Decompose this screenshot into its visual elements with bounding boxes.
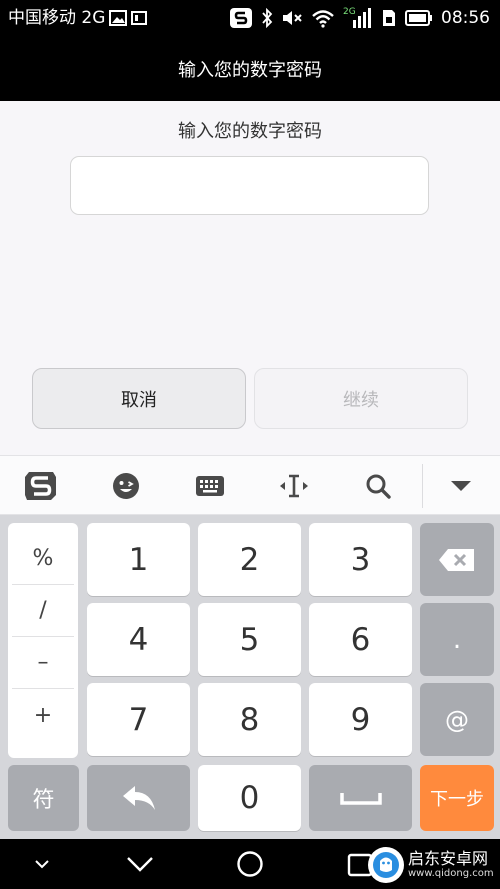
key-3[interactable]: 3	[309, 523, 412, 596]
space-icon	[339, 793, 382, 805]
search-icon[interactable]	[343, 456, 413, 516]
page-title: 输入您的数字密码	[178, 60, 322, 81]
sogou-logo-icon[interactable]	[6, 456, 76, 516]
sim-icon	[381, 8, 397, 28]
clock-label: 08:56	[441, 8, 490, 28]
key-2[interactable]: 2	[198, 523, 301, 596]
key-5[interactable]: 5	[198, 603, 301, 676]
screen-notification-icon	[131, 11, 148, 25]
home-icon[interactable]	[210, 839, 290, 889]
key-4[interactable]: 4	[87, 603, 190, 676]
watermark-name: 启东安卓网	[408, 849, 489, 868]
hide-keyboard-icon[interactable]	[2, 839, 82, 889]
ime-divider	[422, 464, 423, 508]
keyboard-icon[interactable]	[175, 456, 245, 516]
status-right: 2G 08:56	[229, 6, 490, 30]
symbol-switch-key[interactable]: 符	[8, 765, 79, 831]
signal-icon: 2G	[343, 6, 373, 30]
at-key[interactable]: @	[420, 683, 494, 756]
watermark-text-block: 启东安卓网 www.qidong.com	[408, 850, 494, 880]
watermark-logo-icon	[368, 847, 404, 883]
key-1[interactable]: 1	[87, 523, 190, 596]
key-0[interactable]: 0	[198, 765, 301, 831]
mute-icon	[281, 8, 303, 28]
return-key[interactable]	[87, 765, 190, 831]
signal-2g-label: 2G	[343, 7, 356, 17]
cursor-icon[interactable]	[259, 456, 329, 516]
symbol-key-percent[interactable]: %	[12, 533, 74, 585]
image-notification-icon	[109, 10, 128, 26]
status-left: 中国移动 2G	[8, 6, 148, 30]
symbol-key-plus[interactable]: +	[12, 689, 74, 741]
battery-icon	[405, 10, 433, 26]
pin-input[interactable]	[70, 156, 429, 215]
dot-key[interactable]: .	[420, 603, 494, 676]
next-step-key[interactable]: 下一步	[420, 765, 494, 831]
space-key[interactable]	[309, 765, 412, 831]
status-bar: 中国移动 2G 2G 08:56	[0, 0, 500, 36]
key-9[interactable]: 9	[309, 683, 412, 756]
pin-entry-panel: 输入您的数字密码 取消 继续	[0, 101, 500, 455]
symbol-key-slash[interactable]: /	[12, 585, 74, 637]
bluetooth-icon	[261, 8, 273, 28]
key-7[interactable]: 7	[87, 683, 190, 756]
cancel-button[interactable]: 取消	[32, 368, 246, 429]
watermark-url: www.qidong.com	[408, 868, 494, 879]
ime-toolbar	[0, 455, 500, 515]
key-8[interactable]: 8	[198, 683, 301, 756]
backspace-key[interactable]	[420, 523, 494, 596]
backspace-icon	[439, 548, 474, 571]
continue-button[interactable]: 继续	[254, 368, 468, 429]
sogou-status-icon	[229, 7, 253, 29]
symbol-column[interactable]: % / – +	[8, 523, 78, 758]
key-6[interactable]: 6	[309, 603, 412, 676]
symbol-key-minus[interactable]: –	[12, 637, 74, 689]
return-arrow-icon	[122, 786, 155, 810]
collapse-icon[interactable]	[426, 456, 496, 516]
wifi-icon	[311, 8, 335, 28]
back-icon[interactable]	[100, 839, 180, 889]
pin-prompt: 输入您的数字密码	[178, 121, 322, 142]
carrier-label: 中国移动 2G	[8, 8, 106, 28]
emoji-icon[interactable]	[91, 456, 161, 516]
site-watermark: 启东安卓网 www.qidong.com	[368, 845, 496, 885]
title-bar: 输入您的数字密码	[0, 36, 500, 101]
numeric-keyboard: % / – + 1 2 3 4 5 6 . 7 8 9 @ 符 0 下一步	[0, 515, 500, 839]
